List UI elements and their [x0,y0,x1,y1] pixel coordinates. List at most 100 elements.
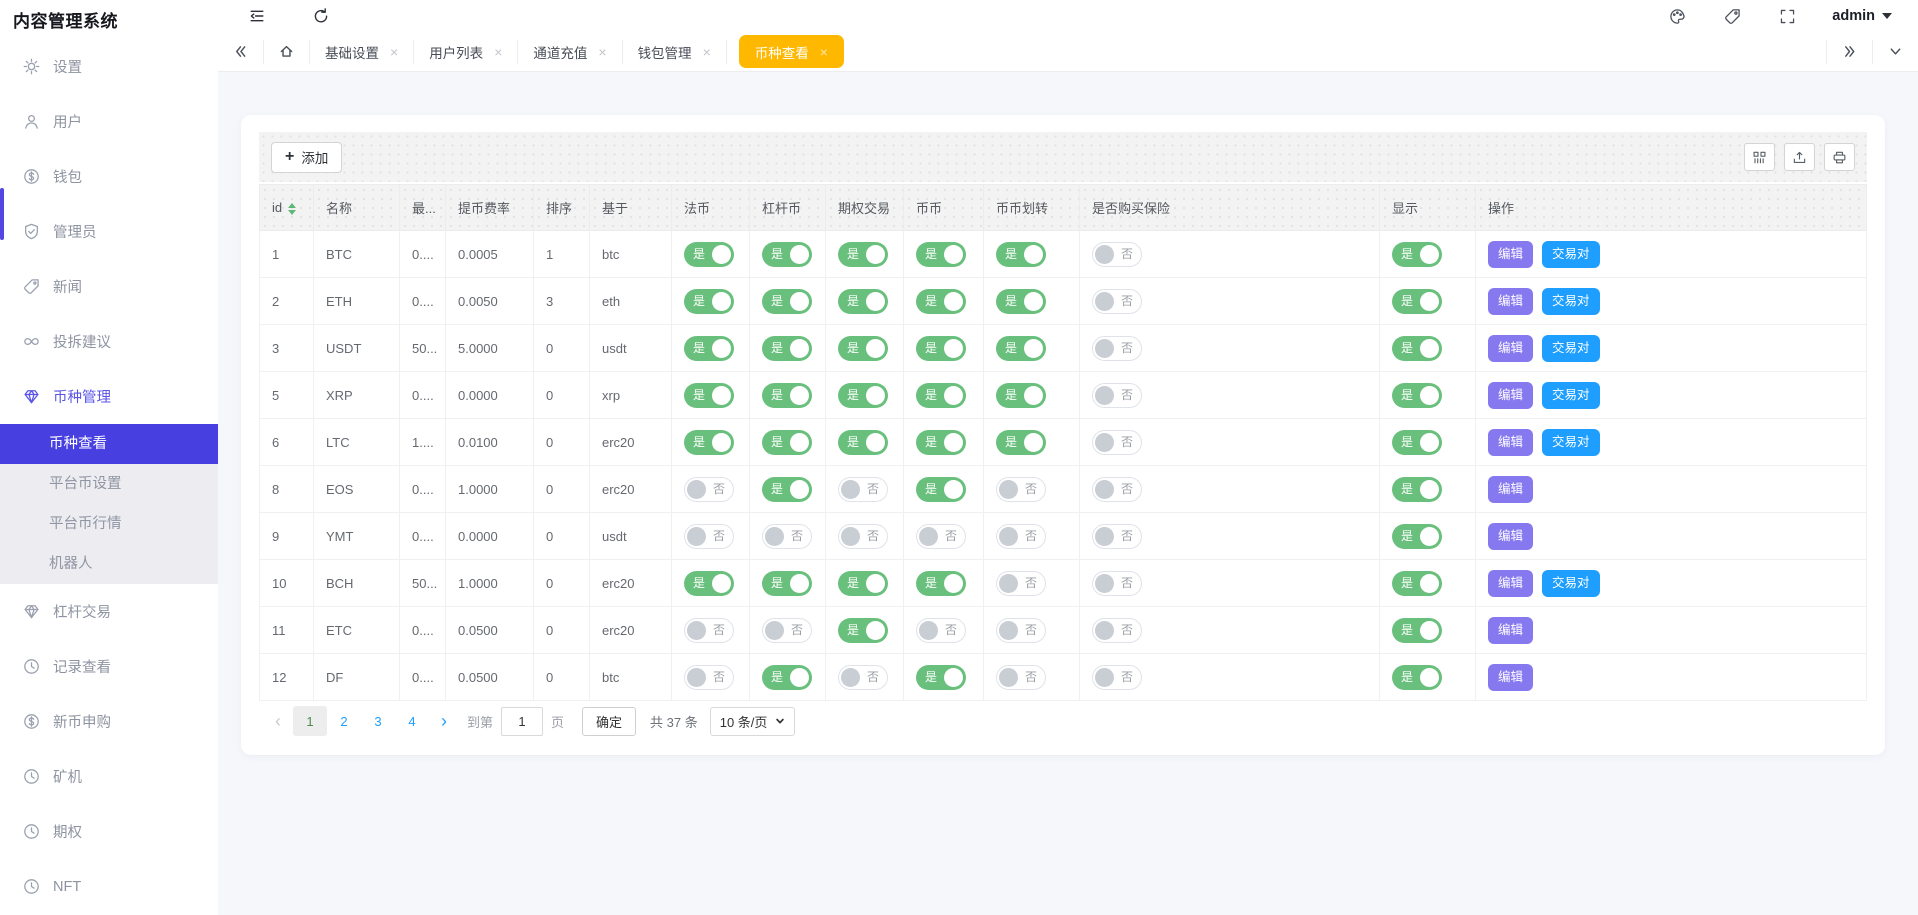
fiat-toggle[interactable]: 是 [684,430,734,455]
edit-button[interactable]: 编辑 [1488,335,1533,362]
fiat-toggle[interactable]: 否 [684,524,734,549]
insurance-toggle[interactable]: 否 [1092,571,1142,596]
coin-toggle[interactable]: 是 [916,383,966,408]
lever-toggle[interactable]: 是 [762,383,812,408]
lever-toggle[interactable]: 是 [762,336,812,361]
edit-button[interactable]: 编辑 [1488,241,1533,268]
transfer-toggle[interactable]: 否 [996,477,1046,502]
pair-button[interactable]: 交易对 [1542,382,1600,409]
coin-toggle[interactable]: 是 [916,336,966,361]
fullscreen-icon[interactable] [1779,8,1796,25]
insurance-toggle[interactable]: 否 [1092,430,1142,455]
coin-toggle[interactable]: 是 [916,571,966,596]
edit-button[interactable]: 编辑 [1488,523,1533,550]
next-page-icon[interactable]: › [429,706,459,736]
sidebar-item-platform-coin-market[interactable]: 平台币行情 [0,504,218,544]
show-toggle[interactable]: 是 [1392,524,1442,549]
option-toggle[interactable]: 是 [838,289,888,314]
pair-button[interactable]: 交易对 [1542,288,1600,315]
show-toggle[interactable]: 是 [1392,430,1442,455]
fiat-toggle[interactable]: 是 [684,242,734,267]
fiat-toggle[interactable]: 是 [684,336,734,361]
home-tab[interactable] [264,40,310,64]
sidebar-scrollbar[interactable] [0,188,4,240]
option-toggle[interactable]: 是 [838,618,888,643]
transfer-toggle[interactable]: 否 [996,524,1046,549]
transfer-toggle[interactable]: 否 [996,571,1046,596]
edit-button[interactable]: 编辑 [1488,570,1533,597]
transfer-toggle[interactable]: 是 [996,430,1046,455]
page-2[interactable]: 2 [327,706,361,736]
tab-coin-view[interactable]: 币种查看× [739,35,844,68]
close-icon[interactable]: × [494,44,502,60]
sidebar-item-margin-trade[interactable]: 杠杆交易 [0,584,218,639]
tabs-menu-icon[interactable] [1872,40,1918,64]
refresh-icon[interactable] [312,7,330,25]
edit-button[interactable]: 编辑 [1488,429,1533,456]
sidebar-item-settings[interactable]: 设置 [0,39,218,94]
tabs-scroll-right-icon[interactable] [1826,40,1872,64]
edit-button[interactable]: 编辑 [1488,382,1533,409]
sidebar-item-records[interactable]: 记录查看 [0,639,218,694]
insurance-toggle[interactable]: 否 [1092,383,1142,408]
tag-icon[interactable] [1724,8,1741,25]
sort-icon[interactable] [288,203,296,215]
coin-toggle[interactable]: 是 [916,242,966,267]
lever-toggle[interactable]: 否 [762,524,812,549]
coin-toggle[interactable]: 否 [916,524,966,549]
lever-toggle[interactable]: 是 [762,430,812,455]
show-toggle[interactable]: 是 [1392,289,1442,314]
fiat-toggle[interactable]: 否 [684,618,734,643]
close-icon[interactable]: × [390,44,398,60]
transfer-toggle[interactable]: 是 [996,242,1046,267]
page-3[interactable]: 3 [361,706,395,736]
option-toggle[interactable]: 否 [838,477,888,502]
fiat-toggle[interactable]: 否 [684,665,734,690]
insurance-toggle[interactable]: 否 [1092,477,1142,502]
insurance-toggle[interactable]: 否 [1092,665,1142,690]
close-icon[interactable]: × [820,44,828,60]
edit-button[interactable]: 编辑 [1488,476,1533,503]
option-toggle[interactable]: 否 [838,524,888,549]
pair-button[interactable]: 交易对 [1542,335,1600,362]
theme-palette-icon[interactable] [1669,8,1686,25]
coin-toggle[interactable]: 是 [916,477,966,502]
add-button[interactable]: + 添加 [271,142,342,173]
insurance-toggle[interactable]: 否 [1092,336,1142,361]
prev-page-icon[interactable]: ‹ [263,706,293,736]
fiat-toggle[interactable]: 是 [684,571,734,596]
transfer-toggle[interactable]: 否 [996,618,1046,643]
fiat-toggle[interactable]: 是 [684,289,734,314]
transfer-toggle[interactable]: 否 [996,665,1046,690]
insurance-toggle[interactable]: 否 [1092,618,1142,643]
show-toggle[interactable]: 是 [1392,571,1442,596]
option-toggle[interactable]: 是 [838,336,888,361]
lever-toggle[interactable]: 是 [762,477,812,502]
tab-user-list[interactable]: 用户列表× [414,40,518,64]
export-icon[interactable] [1784,143,1815,171]
tab-channel-recharge[interactable]: 通道充值× [518,40,622,64]
columns-filter-icon[interactable] [1744,143,1775,171]
sidebar-item-platform-coin-settings[interactable]: 平台币设置 [0,464,218,504]
column-header-id[interactable]: id [260,185,314,231]
sidebar-item-coin-manage[interactable]: 币种管理 [0,369,218,424]
page-1[interactable]: 1 [293,706,327,736]
coin-toggle[interactable]: 是 [916,665,966,690]
edit-button[interactable]: 编辑 [1488,664,1533,691]
sidebar-item-options[interactable]: 期权 [0,804,218,859]
collapse-menu-icon[interactable] [248,7,266,25]
option-toggle[interactable]: 是 [838,571,888,596]
transfer-toggle[interactable]: 是 [996,336,1046,361]
sidebar-item-news[interactable]: 新闻 [0,259,218,314]
tab-wallet-manage[interactable]: 钱包管理× [623,40,727,64]
tab-basic-settings[interactable]: 基础设置× [310,40,414,64]
sidebar-item-feedback[interactable]: 投拆建议 [0,314,218,369]
option-toggle[interactable]: 是 [838,383,888,408]
pair-button[interactable]: 交易对 [1542,429,1600,456]
show-toggle[interactable]: 是 [1392,618,1442,643]
sidebar-item-miner[interactable]: 矿机 [0,749,218,804]
transfer-toggle[interactable]: 是 [996,383,1046,408]
close-icon[interactable]: × [703,44,711,60]
tabs-scroll-left-icon[interactable] [218,40,264,64]
sidebar-item-coin-view[interactable]: 币种查看 [0,424,218,464]
